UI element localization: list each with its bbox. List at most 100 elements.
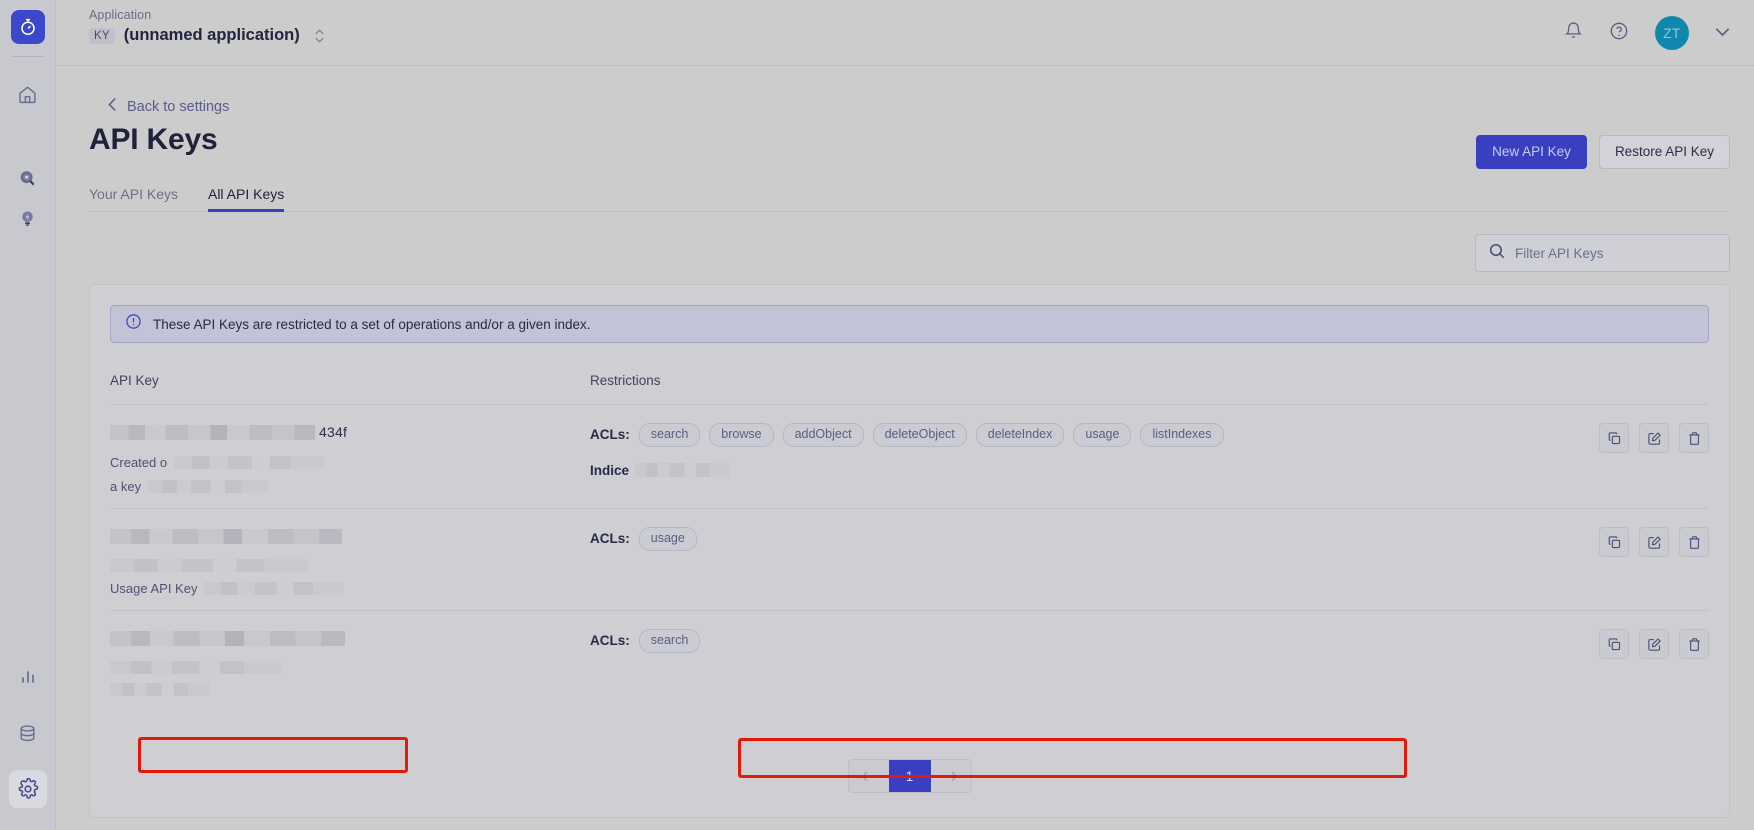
api-key-created-meta	[110, 559, 574, 572]
redacted-indices	[635, 463, 731, 478]
row-actions	[1579, 627, 1709, 659]
table-row: Usage API Key ACLs: usage	[110, 509, 1709, 611]
chevron-down-icon[interactable]	[1715, 24, 1730, 42]
api-key-value[interactable]: 434f	[110, 421, 574, 443]
sidebar-item-analytics[interactable]	[9, 658, 47, 696]
acl-tag[interactable]: usage	[638, 527, 697, 551]
main-content: Back to settings API Keys New API Key Re…	[56, 66, 1754, 830]
top-bar-actions: ZT	[1564, 0, 1730, 66]
page-title: API Keys	[89, 123, 218, 156]
acl-tag[interactable]: listIndexes	[1140, 423, 1224, 447]
back-link-label: Back to settings	[127, 98, 230, 115]
api-key-suffix: 434f	[319, 424, 348, 440]
application-label: Application	[89, 8, 152, 22]
arrow-right-icon[interactable]	[931, 760, 971, 792]
new-api-key-button[interactable]: New API Key	[1476, 135, 1587, 169]
stopwatch-logo-icon[interactable]	[10, 10, 45, 44]
acl-tag[interactable]: browse	[709, 423, 774, 447]
tab-all-api-keys[interactable]: All API Keys	[207, 186, 285, 212]
indices-label: Indice	[590, 462, 630, 478]
acl-tag[interactable]: deleteIndex	[975, 423, 1065, 447]
application-row[interactable]: KY (unnamed application)	[89, 26, 324, 45]
acl-row: ACLs: search browse addObject deleteObje…	[590, 423, 1579, 447]
left-nav-rail	[0, 0, 56, 830]
bell-icon[interactable]	[1564, 21, 1583, 45]
api-key-value[interactable]	[110, 525, 574, 547]
delete-icon[interactable]	[1679, 629, 1709, 659]
page-header-actions: New API Key Restore API Key	[1476, 135, 1730, 169]
redacted-api-key	[110, 630, 345, 646]
info-circle-icon	[125, 313, 142, 335]
acls-label: ACLs:	[590, 531, 630, 547]
restrictions-cell: ACLs: usage	[590, 525, 1579, 551]
copy-icon[interactable]	[1599, 527, 1629, 557]
question-circle-icon[interactable]	[1609, 21, 1629, 46]
api-key-cell	[110, 627, 590, 696]
redacted-description	[110, 683, 210, 696]
copy-icon[interactable]	[1599, 423, 1629, 453]
api-keys-card: These API Keys are restricted to a set o…	[89, 284, 1730, 818]
indices-row: Indice	[590, 463, 1579, 478]
redacted-api-key	[110, 424, 315, 440]
sidebar-item-insights[interactable]	[9, 199, 47, 237]
arrow-left-icon[interactable]	[849, 760, 889, 792]
sidebar-item-home[interactable]	[9, 75, 47, 113]
avatar[interactable]: ZT	[1655, 16, 1689, 50]
acl-tag[interactable]: deleteObject	[872, 423, 967, 447]
application-badge: KY	[89, 27, 115, 44]
chevron-left-icon	[108, 97, 117, 116]
redacted-api-key	[110, 528, 342, 544]
edit-icon[interactable]	[1639, 423, 1669, 453]
edit-icon[interactable]	[1639, 629, 1669, 659]
column-header-restrictions: Restrictions	[590, 373, 661, 388]
acl-tag[interactable]: search	[638, 629, 701, 653]
acl-tag[interactable]: addObject	[782, 423, 864, 447]
up-down-chevrons-icon[interactable]	[315, 28, 324, 43]
back-to-settings-link[interactable]: Back to settings	[108, 97, 229, 116]
tab-bar: Your API Keys All API Keys	[89, 178, 1730, 212]
search-icon	[1488, 242, 1506, 265]
api-key-cell: 434f Created o a key	[110, 421, 590, 494]
api-key-description-meta: Usage API Key	[110, 581, 574, 596]
api-key-cell: Usage API Key	[110, 525, 590, 596]
acl-tag[interactable]: search	[638, 423, 701, 447]
sidebar-item-settings[interactable]	[8, 770, 47, 808]
notice-text: These API Keys are restricted to a set o…	[153, 316, 591, 332]
delete-icon[interactable]	[1679, 527, 1709, 557]
table-row: 434f Created o a key ACLs: search browse…	[110, 405, 1709, 509]
copy-icon[interactable]	[1599, 629, 1629, 659]
description-label: a key	[110, 479, 142, 494]
redacted-description	[148, 480, 269, 493]
redacted-created-date	[110, 559, 308, 572]
acls-label: ACLs:	[590, 427, 630, 443]
sidebar-item-search[interactable]	[9, 159, 47, 197]
restrictions-cell: ACLs: search	[590, 627, 1579, 653]
redacted-created-date	[174, 456, 325, 469]
column-header-api-key: API Key	[110, 373, 159, 388]
pager: 1	[847, 759, 972, 793]
row-actions	[1579, 421, 1709, 453]
delete-icon[interactable]	[1679, 423, 1709, 453]
restriction-notice: These API Keys are restricted to a set o…	[110, 305, 1709, 343]
row-actions	[1579, 525, 1709, 557]
page-number-1[interactable]: 1	[888, 760, 931, 792]
restore-api-key-button[interactable]: Restore API Key	[1598, 135, 1730, 169]
application-name: (unnamed application)	[123, 26, 300, 44]
rail-bottom-group	[8, 640, 47, 808]
api-key-value[interactable]	[110, 627, 574, 649]
filter-api-keys-box[interactable]	[1475, 234, 1730, 272]
application-switcher[interactable]: Application KY (unnamed application)	[89, 8, 324, 45]
redacted-description	[204, 582, 345, 595]
acls-label: ACLs:	[590, 633, 630, 649]
created-label: Created o	[110, 455, 168, 470]
edit-icon[interactable]	[1639, 527, 1669, 557]
search-input[interactable]	[1515, 245, 1717, 261]
table-header-row: API Key Restrictions	[110, 357, 1709, 405]
pagination: 1	[90, 759, 1729, 793]
tab-your-api-keys[interactable]: Your API Keys	[89, 186, 178, 211]
acl-row: ACLs: usage	[590, 527, 1579, 551]
acl-tag[interactable]: usage	[1073, 423, 1132, 447]
table-row: ACLs: search	[110, 611, 1709, 710]
restrictions-cell: ACLs: search browse addObject deleteObje…	[590, 421, 1579, 478]
sidebar-item-data-sources[interactable]	[9, 714, 47, 752]
